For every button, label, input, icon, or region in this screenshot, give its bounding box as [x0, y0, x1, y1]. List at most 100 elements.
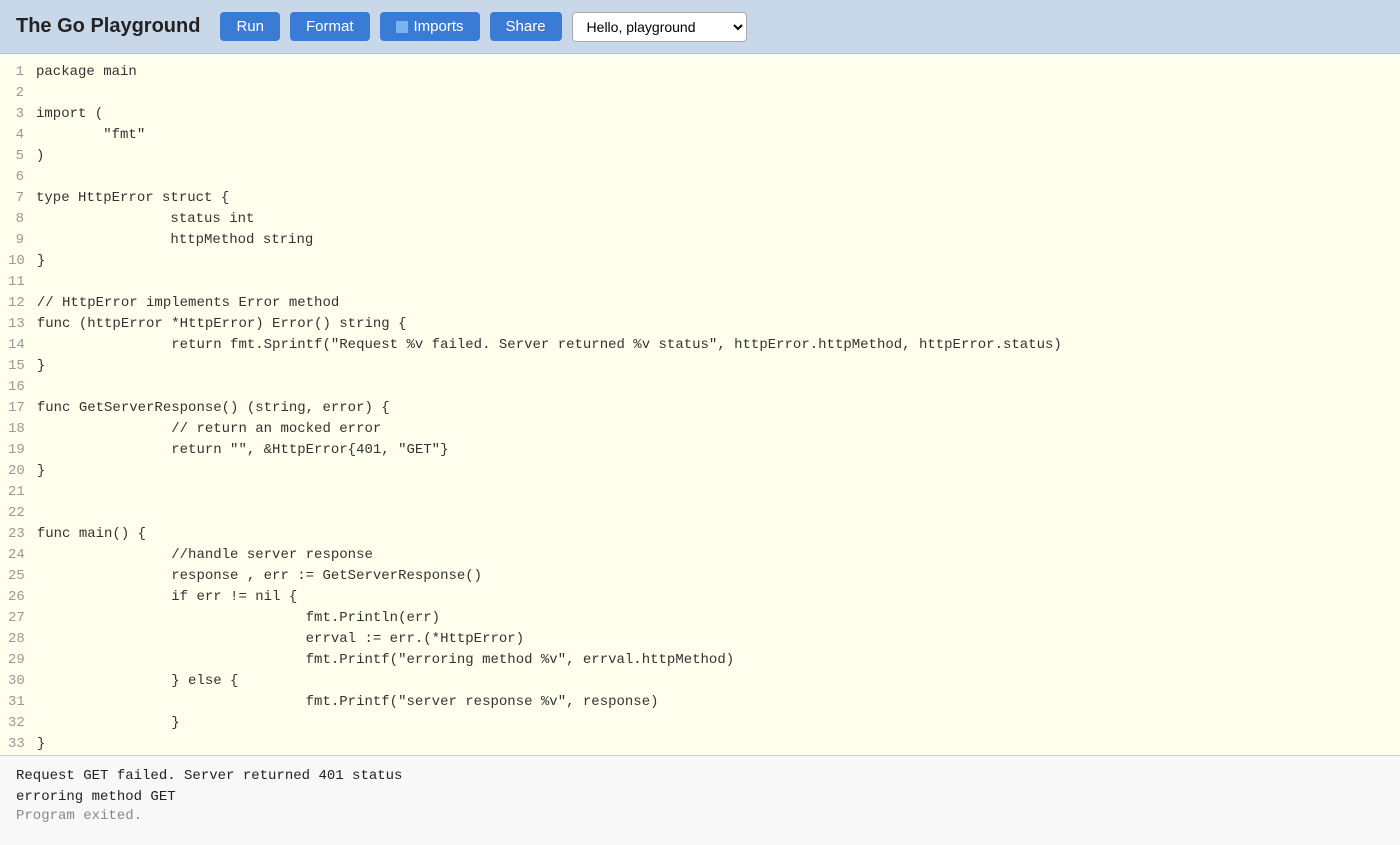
line-number: 19	[0, 440, 37, 461]
output-line: Request GET failed. Server returned 401 …	[16, 766, 1384, 787]
code-line: 33}	[0, 734, 1400, 755]
line-content: package main	[36, 62, 1400, 83]
line-number: 33	[0, 734, 37, 755]
line-number: 32	[0, 713, 37, 734]
line-content: }	[37, 356, 1400, 377]
line-number: 5	[0, 146, 36, 167]
code-line: 32 }	[0, 713, 1400, 734]
line-number: 27	[0, 608, 37, 629]
line-number: 31	[0, 692, 37, 713]
line-content: } else {	[37, 671, 1400, 692]
line-content: httpMethod string	[36, 230, 1400, 251]
code-line: 24 //handle server response	[0, 545, 1400, 566]
line-content: import (	[36, 104, 1400, 125]
line-number: 30	[0, 671, 37, 692]
line-number: 29	[0, 650, 37, 671]
code-line: 12// HttpError implements Error method	[0, 293, 1400, 314]
line-content: // return an mocked error	[37, 419, 1400, 440]
line-content: errval := err.(*HttpError)	[37, 629, 1400, 650]
line-number: 4	[0, 125, 36, 146]
line-content: }	[37, 251, 1400, 272]
line-number: 11	[0, 272, 37, 293]
line-number: 16	[0, 377, 37, 398]
line-number: 6	[0, 167, 36, 188]
line-content	[37, 503, 1400, 524]
code-line: 11	[0, 272, 1400, 293]
line-number: 25	[0, 566, 37, 587]
line-number: 3	[0, 104, 36, 125]
line-content: //handle server response	[37, 545, 1400, 566]
code-line: 2	[0, 83, 1400, 104]
line-content	[36, 167, 1400, 188]
line-content: fmt.Printf("erroring method %v", errval.…	[37, 650, 1400, 671]
code-line: 29 fmt.Printf("erroring method %v", errv…	[0, 650, 1400, 671]
line-content: if err != nil {	[37, 587, 1400, 608]
code-line: 31 fmt.Printf("server response %v", resp…	[0, 692, 1400, 713]
line-content	[37, 377, 1400, 398]
line-content	[37, 482, 1400, 503]
line-number: 13	[0, 314, 37, 335]
code-line: 18 // return an mocked error	[0, 419, 1400, 440]
line-content: }	[37, 461, 1400, 482]
code-line: 27 fmt.Println(err)	[0, 608, 1400, 629]
line-number: 26	[0, 587, 37, 608]
line-number: 23	[0, 524, 37, 545]
code-line: 17func GetServerResponse() (string, erro…	[0, 398, 1400, 419]
code-line: 16	[0, 377, 1400, 398]
line-content: return "", &HttpError{401, "GET"}	[37, 440, 1400, 461]
line-number: 22	[0, 503, 37, 524]
code-line: 15}	[0, 356, 1400, 377]
line-number: 7	[0, 188, 36, 209]
line-content: }	[37, 713, 1400, 734]
code-line: 21	[0, 482, 1400, 503]
line-number: 2	[0, 83, 36, 104]
line-content: func GetServerResponse() (string, error)…	[37, 398, 1400, 419]
run-button[interactable]: Run	[220, 12, 280, 41]
code-line: 19 return "", &HttpError{401, "GET"}	[0, 440, 1400, 461]
line-number: 15	[0, 356, 37, 377]
output-area: Request GET failed. Server returned 401 …	[0, 755, 1400, 845]
code-line: 22	[0, 503, 1400, 524]
code-line: 13func (httpError *HttpError) Error() st…	[0, 314, 1400, 335]
line-content: // HttpError implements Error method	[37, 293, 1400, 314]
line-content: "fmt"	[36, 125, 1400, 146]
line-content: fmt.Println(err)	[37, 608, 1400, 629]
output-line: erroring method GET	[16, 787, 1384, 808]
line-number: 21	[0, 482, 37, 503]
code-line: 14 return fmt.Sprintf("Request %v failed…	[0, 335, 1400, 356]
format-button[interactable]: Format	[290, 12, 370, 41]
code-line: 28 errval := err.(*HttpError)	[0, 629, 1400, 650]
code-line: 25 response , err := GetServerResponse()	[0, 566, 1400, 587]
line-content: response , err := GetServerResponse()	[37, 566, 1400, 587]
editor-area[interactable]: 1package main23import (4 "fmt"5)67type H…	[0, 54, 1400, 755]
line-number: 28	[0, 629, 37, 650]
code-line: 1package main	[0, 62, 1400, 83]
code-line: 20}	[0, 461, 1400, 482]
code-line: 26 if err != nil {	[0, 587, 1400, 608]
line-number: 14	[0, 335, 37, 356]
line-content	[36, 83, 1400, 104]
imports-icon	[396, 21, 408, 33]
code-container: 1package main23import (4 "fmt"5)67type H…	[0, 62, 1400, 755]
line-content: }	[37, 734, 1400, 755]
code-line: 9 httpMethod string	[0, 230, 1400, 251]
line-content: return fmt.Sprintf("Request %v failed. S…	[37, 335, 1400, 356]
line-content: func (httpError *HttpError) Error() stri…	[37, 314, 1400, 335]
line-number: 17	[0, 398, 37, 419]
app-title: The Go Playground	[16, 15, 200, 38]
code-line: 3import (	[0, 104, 1400, 125]
example-select[interactable]: Hello, playgroundFibonacci closureErrors…	[572, 12, 747, 42]
code-line: 8 status int	[0, 209, 1400, 230]
code-line: 23func main() {	[0, 524, 1400, 545]
header: The Go Playground Run Format Imports Sha…	[0, 0, 1400, 54]
line-number: 20	[0, 461, 37, 482]
share-button[interactable]: Share	[490, 12, 562, 41]
imports-button[interactable]: Imports	[380, 12, 480, 41]
line-content: status int	[36, 209, 1400, 230]
code-line: 7type HttpError struct {	[0, 188, 1400, 209]
line-content: fmt.Printf("server response %v", respons…	[37, 692, 1400, 713]
code-line: 5)	[0, 146, 1400, 167]
code-line: 30 } else {	[0, 671, 1400, 692]
code-line: 6	[0, 167, 1400, 188]
line-number: 10	[0, 251, 37, 272]
